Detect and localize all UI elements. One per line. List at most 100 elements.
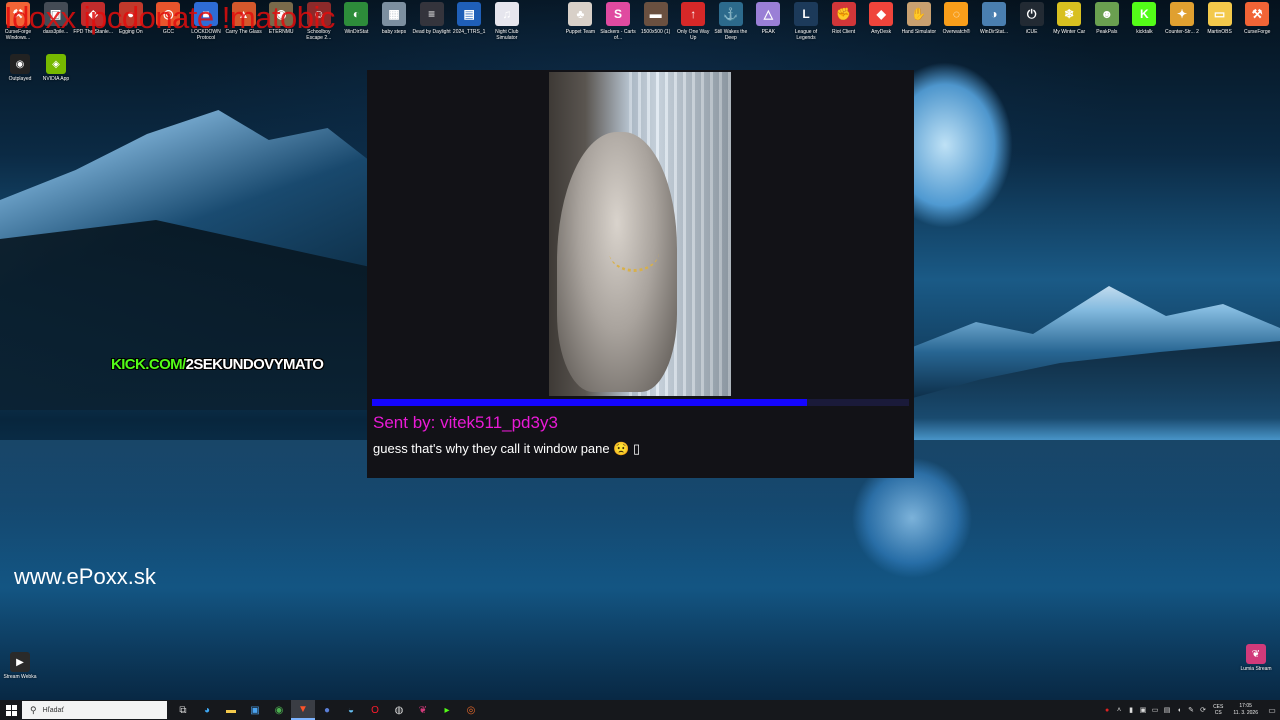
- desktop-icon-label: Puppet Team: [565, 29, 596, 35]
- obs-icon[interactable]: ◍: [387, 700, 411, 720]
- desktop-icon-nvidia-app[interactable]: ◈ NVIDIA App: [36, 54, 76, 94]
- desktop-icon[interactable]: ▦ baby steps: [376, 2, 412, 48]
- desktop-icon-stream-webka[interactable]: ▶ Stream Webka: [0, 652, 40, 692]
- desktop-icon[interactable]: ▭ MartinOBS: [1202, 2, 1238, 48]
- desktop-icon[interactable]: Kkicktalk: [1126, 2, 1162, 48]
- app-icon[interactable]: ◎: [459, 700, 483, 720]
- desktop-icon[interactable]: ⏻ iCUE: [1014, 2, 1050, 48]
- clock[interactable]: 17:05 11. 3. 2026: [1227, 703, 1264, 717]
- desktop-icon[interactable]: ◐ WinDirStat: [338, 2, 374, 48]
- desktop-icon-label: My Winter Car: [1053, 29, 1086, 35]
- desktop-icon-outplayed[interactable]: ◉ Outplayed: [0, 54, 40, 94]
- desktop-icon[interactable]: S Slackers - Carts of...: [600, 2, 636, 48]
- windirstat-icon: ◐: [344, 2, 369, 26]
- lumia-icon[interactable]: ❦: [411, 700, 435, 720]
- alert-progress-track: [372, 399, 909, 406]
- icue-icon: ⏻: [1019, 2, 1044, 26]
- desktop-icon[interactable]: ⚓ Still Wakes the Deep: [713, 2, 749, 48]
- desktop-icon-label: iCUE: [1025, 29, 1038, 35]
- edge-icon[interactable]: ◕: [195, 700, 219, 720]
- desktop-icon-label: baby steps: [381, 29, 407, 35]
- nvidia-icon: ◈: [46, 54, 66, 74]
- steam-icon[interactable]: ◒: [339, 700, 363, 720]
- desktop-icon-label: League of Legends: [794, 29, 818, 41]
- pen-icon[interactable]: ✎: [1185, 706, 1197, 714]
- taskbar-search[interactable]: ⚲ Hľadať: [22, 701, 167, 719]
- app-icon[interactable]: ●: [315, 700, 339, 720]
- game-icon: ♫: [494, 2, 519, 26]
- search-icon: ⚲: [30, 704, 37, 715]
- desktop-icon[interactable]: ☻ PeakPals: [1089, 2, 1125, 48]
- desktop-icon[interactable]: ♣ Puppet Team: [562, 2, 598, 48]
- desktop-icon-label: Slackers - Carts of...: [600, 29, 636, 41]
- chrome-icon[interactable]: ◉: [267, 700, 291, 720]
- desktop-icon-label: Overwatch®: [942, 29, 971, 35]
- desktop-icon[interactable]: ✊ Riot Client: [826, 2, 862, 48]
- sync-icon[interactable]: ⟳: [1197, 706, 1209, 714]
- desktop-icon[interactable]: ⚒ CurseForge: [1239, 2, 1275, 48]
- notification-center-icon[interactable]: ▭: [1264, 706, 1280, 715]
- usb-icon[interactable]: ▣: [1137, 706, 1149, 714]
- desktop-icon[interactable]: ▬ 1500x500 (1): [638, 2, 674, 48]
- clock-time: 17:05: [1239, 703, 1252, 709]
- volume-icon[interactable]: ◖: [1173, 707, 1185, 714]
- desktop-icon[interactable]: ≡ Dead by Daylight: [413, 2, 451, 48]
- desktop-icon[interactable]: ✋ Hand Simulator: [901, 2, 937, 48]
- desktop-icon[interactable]: ◆ AnyDesk: [863, 2, 899, 48]
- desktop-icon[interactable]: ↑ Only One Way Up: [675, 2, 711, 48]
- league-icon: L: [794, 2, 818, 26]
- chevron-up-icon[interactable]: ˄: [1113, 707, 1125, 714]
- alert-sender: Sent by: vitek511_pd3y3: [373, 413, 558, 432]
- folder-icon: ▭: [1207, 2, 1232, 26]
- game-icon: ⚓: [718, 2, 743, 26]
- notification-dot-icon[interactable]: ●: [1101, 707, 1113, 714]
- clock-date: 11. 3. 2026: [1233, 710, 1258, 716]
- cs2-icon: ✦: [1170, 2, 1194, 26]
- outplayed-icon: ◉: [10, 54, 30, 74]
- game-icon: ❄: [1057, 2, 1082, 26]
- game-icon: △: [756, 2, 781, 26]
- game-icon: ↑: [681, 2, 706, 26]
- shortcut-icon: ▶: [10, 652, 30, 672]
- desktop-icon[interactable]: ▤ 2024_TTRS_1: [451, 2, 487, 48]
- brave-icon[interactable]: ▼: [291, 700, 315, 720]
- desktop-icon[interactable]: △ PEAK: [750, 2, 786, 48]
- display-icon[interactable]: ▭: [1149, 706, 1161, 714]
- file-explorer-icon[interactable]: ▬: [219, 700, 243, 720]
- system-tray: ● ˄ ▮ ▣ ▭ ▤ ◖ ✎ ⟳ CES CS 17:05 11. 3. 20…: [1101, 700, 1280, 720]
- alert-media: [549, 72, 731, 396]
- desktop-icon-label: CurseForge: [1243, 29, 1271, 35]
- game-icon: ☻: [1094, 2, 1119, 26]
- language-indicator[interactable]: CES CS: [1209, 704, 1227, 716]
- start-button[interactable]: [0, 700, 22, 720]
- desktop-icon-lumia-stream[interactable]: ❦ Lumia Stream: [1236, 644, 1276, 684]
- image-icon: ▤: [457, 2, 482, 26]
- desktop-icon[interactable]: L League of Legends: [788, 2, 824, 48]
- desktop-icon[interactable]: ❄ My Winter Car: [1051, 2, 1087, 48]
- game-icon: ▦: [382, 2, 406, 26]
- taskbar: ⚲ Hľadať ⧉ ◕ ▬ ▣ ◉ ▼ ● ◒ O ◍ ❦ ▸ ◎ ● ˄ ▮ ▣ ▭ ▤ ◖ ✎ ⟳…: [0, 700, 1280, 720]
- microphone-icon[interactable]: ▮: [1125, 706, 1137, 714]
- game-icon: S: [606, 2, 630, 26]
- task-view-icon[interactable]: ⧉: [171, 700, 195, 720]
- windows-icon: [5, 704, 17, 716]
- website-overlay: www.ePoxx.sk: [14, 564, 156, 589]
- game-icon: ♣: [568, 2, 593, 26]
- network-icon[interactable]: ▤: [1161, 706, 1173, 714]
- desktop-icon-label: 1500x500 (1): [640, 29, 671, 35]
- kick-channel-badge: KICK.COM/2SEKUNDOVYMATO: [111, 356, 324, 376]
- desktop-icon[interactable]: ✦ Counter-Str... 2: [1164, 2, 1200, 48]
- curseforge-icon: ⚒: [1245, 2, 1270, 26]
- store-icon[interactable]: ▣: [243, 700, 267, 720]
- image-icon: ▬: [643, 2, 668, 26]
- riot-icon: ✊: [831, 2, 856, 26]
- desktop-icon[interactable]: ◑ WinDirStat...: [976, 2, 1012, 48]
- terminal-icon[interactable]: ▸: [435, 700, 459, 720]
- desktop-icon-label: MartinOBS: [1207, 29, 1232, 35]
- lumia-icon: ❦: [1246, 644, 1266, 664]
- stream-title-overlay: Idoxx ipcdonate !matobic: [4, 0, 335, 35]
- opera-icon[interactable]: O: [363, 700, 387, 720]
- desktop-icon[interactable]: ◌ Overwatch®: [938, 2, 974, 48]
- desktop-icon[interactable]: ♫ Night Club Simulator: [489, 2, 525, 48]
- search-placeholder: Hľadať: [42, 706, 64, 714]
